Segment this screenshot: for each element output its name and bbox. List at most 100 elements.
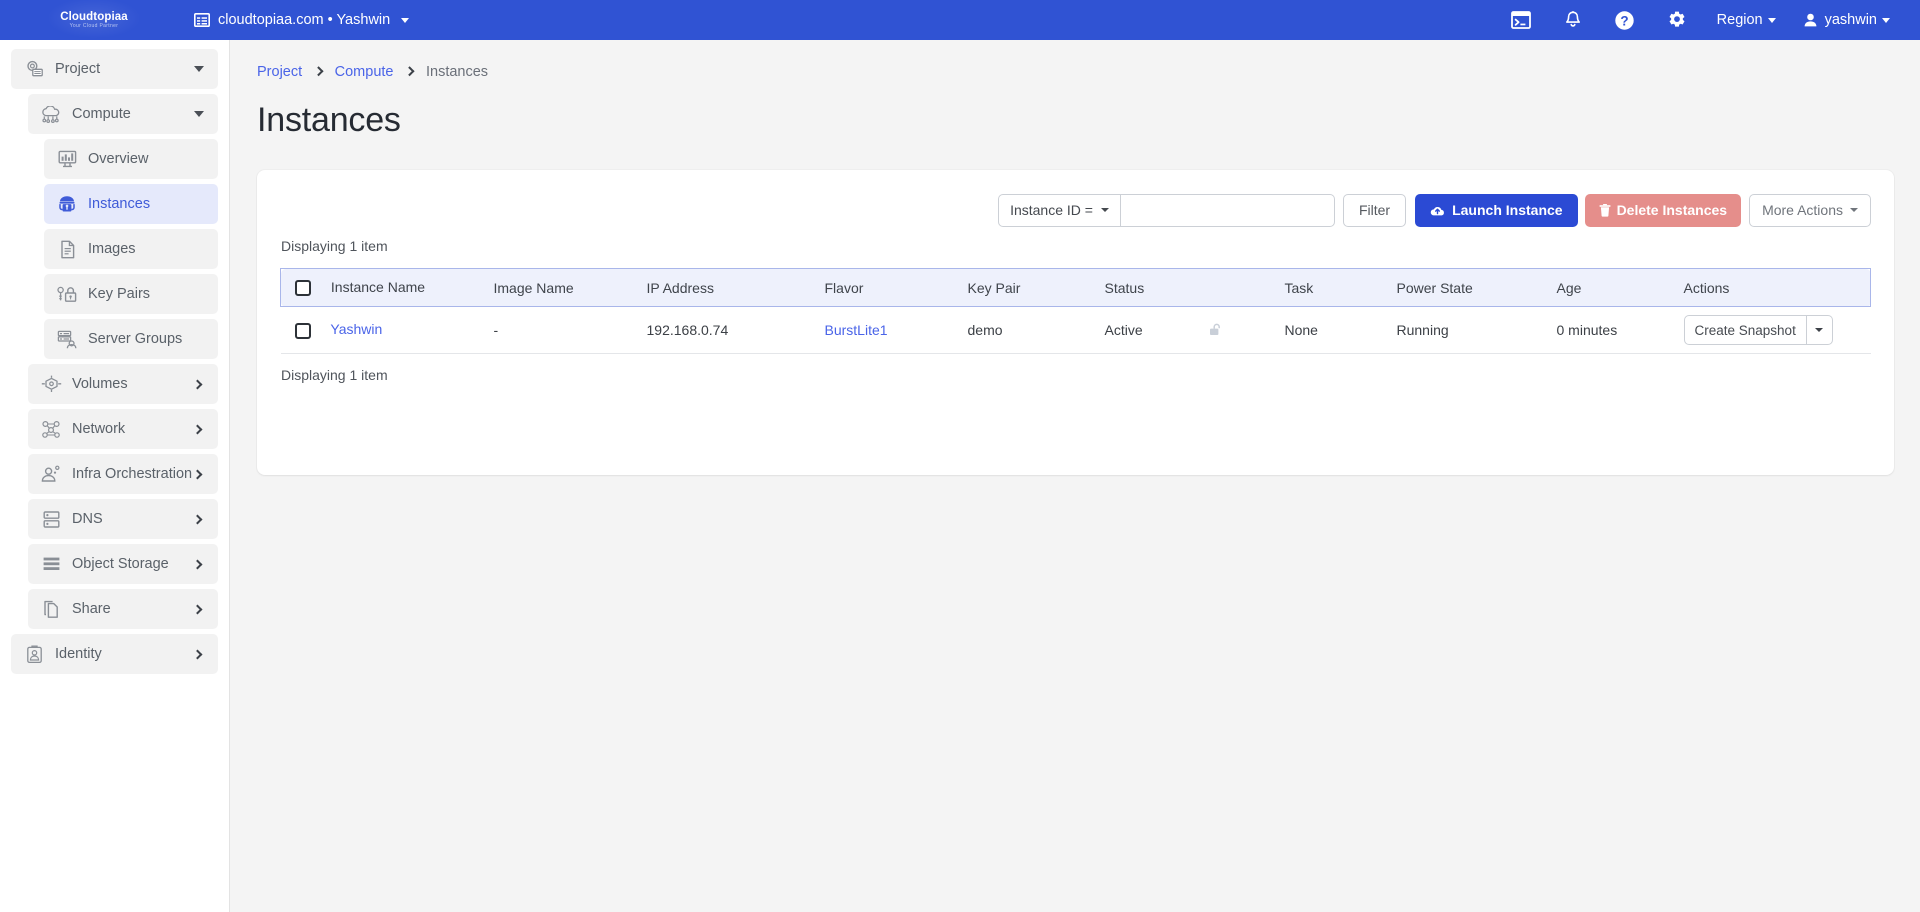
table-header-age: Age (1557, 269, 1684, 307)
unlocked-padlock-icon (1209, 323, 1222, 337)
launch-instance-button[interactable]: Launch Instance (1415, 194, 1577, 227)
chevron-right-icon[interactable] (194, 606, 204, 613)
chevron-right-icon[interactable] (194, 561, 204, 568)
user-avatar-icon (1804, 13, 1817, 27)
sidebar-item-object-storage[interactable]: Object Storage (28, 544, 218, 584)
console-terminal-icon[interactable] (1495, 0, 1547, 40)
table-header-key-pair: Key Pair (968, 269, 1105, 307)
chevron-down-icon (401, 18, 409, 23)
filter-search-input[interactable] (1121, 194, 1335, 227)
sidebar-item-label: Compute (72, 107, 194, 122)
help-question-icon[interactable]: ? (1599, 0, 1651, 40)
sidebar-item-images[interactable]: Images (44, 229, 218, 269)
item-count-bottom: Displaying 1 item (280, 367, 1871, 383)
sidebar-item-label: Object Storage (72, 557, 194, 572)
sidebar-item-overview[interactable]: Overview (44, 139, 218, 179)
sidebar-item-label: Identity (55, 647, 194, 662)
chevron-right-icon[interactable] (194, 471, 204, 478)
instances-toolbar: Instance ID = Filter Launch Instance (280, 170, 1871, 236)
page-title: Instances (257, 101, 1894, 140)
sidebar-item-infra-orchestration[interactable]: Infra Orchestration (28, 454, 218, 494)
more-actions-button[interactable]: More Actions (1749, 194, 1871, 227)
brand-tagline: Your Cloud Partner (70, 23, 119, 30)
breadcrumb-item-project[interactable]: Project (257, 64, 302, 80)
delete-instances-label: Delete Instances (1617, 202, 1728, 218)
select-all-checkbox[interactable] (295, 280, 311, 296)
sidebar-item-label: Project (55, 62, 194, 77)
object-storage-icon (40, 554, 62, 574)
cell-key-pair: demo (968, 307, 1105, 354)
flavor-link[interactable]: BurstLite1 (825, 322, 888, 338)
table-header-power-state: Power State (1397, 269, 1557, 307)
chevron-right-icon (314, 66, 323, 75)
instances-server-icon (56, 194, 78, 214)
region-selector[interactable]: Region (1703, 0, 1790, 40)
key-pairs-lock-icon (56, 284, 78, 304)
infra-orchestration-icon (40, 464, 62, 484)
cell-task: None (1285, 307, 1397, 354)
sidebar-item-network[interactable]: Network (28, 409, 218, 449)
sidebar-item-identity[interactable]: Identity (11, 634, 218, 674)
row-actions-dropdown-toggle[interactable] (1807, 315, 1833, 345)
compute-cloud-icon (40, 104, 62, 124)
chevron-right-icon[interactable] (194, 426, 204, 433)
column-label: Instance Name (331, 279, 425, 295)
create-snapshot-button[interactable]: Create Snapshot (1684, 315, 1807, 345)
sidebar-item-project[interactable]: Project (11, 49, 218, 89)
chevron-down-icon[interactable] (194, 111, 204, 117)
chevron-right-icon[interactable] (194, 381, 204, 388)
sidebar-navigation: Project Compute (0, 40, 230, 912)
top-navbar: Cloudtopiaa Your Cloud Partner cloudtopi… (0, 0, 1920, 40)
identity-badge-icon (23, 644, 45, 664)
chevron-down-icon (1882, 18, 1890, 23)
sidebar-item-compute[interactable]: Compute (28, 94, 218, 134)
sidebar-item-label: Images (88, 242, 204, 257)
user-menu[interactable]: yashwin (1790, 0, 1904, 40)
sidebar-item-server-groups[interactable]: Server Groups (44, 319, 218, 359)
project-stack-icon (23, 59, 45, 79)
launch-instance-label: Launch Instance (1452, 202, 1562, 218)
instances-table-wrapper: Instance Name Image Name IP Address Flav… (280, 268, 1871, 354)
brand-logo[interactable]: Cloudtopiaa Your Cloud Partner (0, 0, 188, 40)
item-count-top: Displaying 1 item (280, 238, 1871, 254)
row-checkbox[interactable] (295, 323, 311, 339)
instance-name-link[interactable]: Yashwin (330, 321, 382, 337)
table-header-task: Task (1285, 269, 1397, 307)
filter-button[interactable]: Filter (1343, 194, 1406, 227)
sidebar-item-dns[interactable]: DNS (28, 499, 218, 539)
cell-instance-name: Yashwin (281, 307, 494, 354)
cloud-upload-icon (1430, 204, 1445, 217)
settings-gear-icon[interactable] (1651, 0, 1703, 40)
sidebar-item-label: Instances (88, 197, 204, 212)
project-selector-label: cloudtopiaa.com • Yashwin (218, 12, 390, 28)
sidebar-item-instances[interactable]: Instances (44, 184, 218, 224)
cell-age: 0 minutes (1557, 307, 1684, 354)
more-actions-label: More Actions (1762, 202, 1843, 218)
sidebar-item-label: Volumes (72, 377, 194, 392)
images-document-icon (56, 239, 78, 259)
status-label: Active (1105, 322, 1143, 338)
region-label: Region (1717, 12, 1763, 28)
chevron-down-icon[interactable] (194, 66, 204, 72)
breadcrumb: Project Compute Instances (257, 59, 1894, 85)
filter-field-dropdown[interactable]: Instance ID = (998, 194, 1121, 227)
table-header-ip-address: IP Address (647, 269, 825, 307)
chevron-right-icon[interactable] (194, 651, 204, 658)
trash-icon (1599, 203, 1611, 217)
sidebar-item-volumes[interactable]: Volumes (28, 364, 218, 404)
cell-actions: Create Snapshot (1684, 307, 1871, 354)
project-selector[interactable]: cloudtopiaa.com • Yashwin (188, 8, 415, 32)
breadcrumb-item-compute[interactable]: Compute (335, 64, 394, 80)
chevron-down-icon (1850, 208, 1858, 212)
brand-name: Cloudtopiaa (60, 11, 128, 23)
user-menu-label: yashwin (1825, 12, 1877, 28)
navbar-right-group: ? Region yashwin (1495, 0, 1920, 40)
chevron-right-icon[interactable] (194, 516, 204, 523)
delete-instances-button[interactable]: Delete Instances (1585, 194, 1742, 227)
bell-notification-icon[interactable] (1547, 0, 1599, 40)
svg-text:?: ? (1621, 13, 1629, 28)
sidebar-item-key-pairs[interactable]: Key Pairs (44, 274, 218, 314)
sidebar-item-share[interactable]: Share (28, 589, 218, 629)
volumes-disk-icon (40, 374, 62, 394)
chevron-right-icon (405, 66, 414, 75)
